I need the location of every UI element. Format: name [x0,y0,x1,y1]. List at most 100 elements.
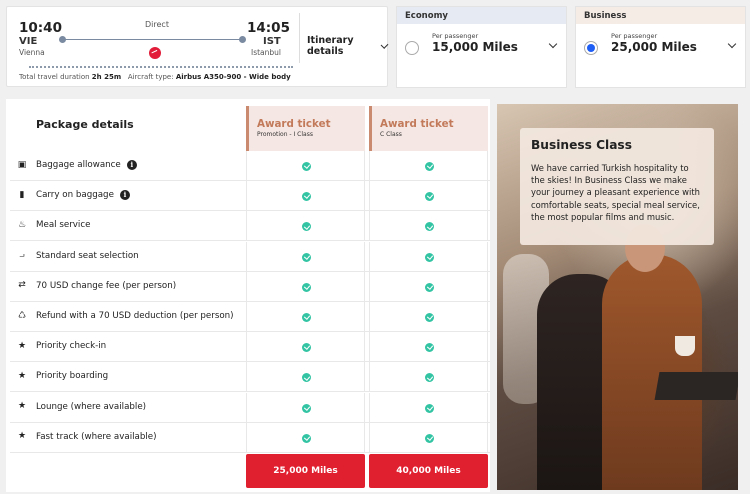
award-title: Award ticket [380,118,454,130]
chevron-down-icon [380,40,389,49]
package-row-label: ♨ Meal service [10,211,244,241]
fare-card-business[interactable]: Business Per passenger 25,000 Miles [575,6,746,88]
package-cell-1 [246,181,365,212]
star-icon: ★ [17,340,27,351]
package-cell-2 [369,271,488,302]
package-cell-2 [369,362,488,393]
aircraft-label: Aircraft type: [127,73,174,81]
check-icon [302,433,311,443]
carry-on-icon: ▮ [19,189,25,200]
star-icon: ★ [17,401,27,412]
package-cell-2 [369,422,488,453]
baggage-icon: ▣ [17,159,27,170]
package-row-label: ★ Priority boarding [10,362,244,392]
package-row-label: ★ Priority check-in [10,332,244,362]
package-row-label: ★ Fast track (where available) [10,423,244,453]
award-class: Promotion - I Class [257,131,313,138]
package-row-label: ♺ Refund with a 70 USD deduction (per per… [10,302,244,332]
package-row-label: ▮ Carry on baggage i [10,181,244,211]
package-row: ⇄ 70 USD change fee (per person) [10,271,490,302]
flight-summary-card: 10:40 VIE Vienna Direct 14:05 IST Istanb… [6,6,389,87]
flight-footer-info: Total travel duration 2h 25m Aircraft ty… [19,73,291,81]
arrive-city: Istanbul [251,48,282,57]
duration-value: 2h 25m [91,73,122,81]
package-row: ★ Priority boarding [10,362,490,393]
info-icon[interactable]: i [119,190,130,201]
package-table: Package details Award ticket Promotion -… [6,99,490,492]
depart-code: VIE [19,36,38,47]
package-row: ⨼ Standard seat selection [10,241,490,272]
award-title: Award ticket [257,118,331,130]
depart-time: 10:40 [19,20,62,36]
meal-icon: ♨ [17,219,27,230]
check-icon [425,192,434,202]
fare-miles-economy: 15,000 Miles [432,40,518,54]
check-icon [425,433,434,443]
package-cell-2 [369,332,488,363]
package-feature-text: Lounge (where available) [36,401,147,412]
award-column-header-1: Award ticket Promotion - I Class [246,106,365,151]
package-feature-text: Baggage allowance i [36,160,137,170]
select-award-2-button[interactable]: 40,000 Miles [369,454,488,488]
package-cell-2 [369,392,488,423]
arrive-time: 14:05 [247,20,290,36]
package-feature-text: Priority boarding [36,371,109,382]
route-destination-dot [239,35,246,43]
select-award-1-button[interactable]: 25,000 Miles [246,454,365,488]
chevron-down-icon[interactable] [548,39,558,49]
check-icon [302,252,311,262]
package-cell-1 [246,422,365,453]
package-row-label: ★ Lounge (where available) [10,393,244,423]
info-icon[interactable]: i [126,160,137,170]
per-passenger-label: Per passenger [432,32,479,40]
chevron-down-icon[interactable] [727,39,737,49]
package-feature-text: Carry on baggage i [36,190,130,201]
award-class: C Class [380,131,402,138]
seat-icon: ⨼ [19,250,25,261]
package-cell-2 [369,241,488,272]
fare-radio-economy[interactable] [405,41,419,55]
package-cell-1 [246,211,365,242]
package-feature-text: Meal service [36,220,91,231]
package-feature-text: Refund with a 70 USD deduction (per pers… [36,311,234,321]
check-icon [425,373,434,383]
fare-name-economy: Economy [397,7,566,24]
tea-cup [675,336,695,356]
package-row-label: ▣ Baggage allowance i [10,151,244,181]
check-icon [425,343,434,353]
fare-card-economy[interactable]: Economy Per passenger 15,000 Miles [396,6,567,88]
fare-name-business: Business [576,7,745,24]
refund-icon: ♺ [17,310,27,321]
package-cell-2 [369,302,488,332]
package-feature-text: Standard seat selection [36,250,139,261]
fare-miles-business: 25,000 Miles [611,40,697,54]
package-row-label: ⇄ 70 USD change fee (per person) [10,272,244,302]
package-row: ★ Fast track (where available) [10,422,490,453]
package-cell-1 [246,241,365,272]
check-icon [302,313,311,322]
star-icon: ★ [17,431,27,442]
airline-logo-icon [149,47,161,59]
check-icon [302,373,311,383]
check-icon [425,252,434,262]
check-icon [302,343,311,353]
award-column-header-2: Award ticket C Class [369,106,488,151]
check-icon [425,162,434,171]
check-icon [302,222,311,232]
depart-city: Vienna [19,48,45,57]
check-icon [425,313,434,322]
package-cell-1 [246,302,365,332]
itinerary-details-button[interactable]: Itinerary details [307,35,389,57]
package-cell-1 [246,271,365,302]
seat-table [654,372,738,400]
stop-type: Direct [145,20,169,29]
package-feature-text: 70 USD change fee (per person) [36,280,177,291]
package-cell-1 [246,332,365,363]
package-cell-2 [369,151,488,181]
check-icon [302,403,311,413]
change-fee-icon: ⇄ [18,280,26,291]
package-row: ★ Lounge (where available) [10,392,490,423]
fare-radio-business[interactable] [584,41,598,55]
package-feature-text: Priority check-in [36,341,107,352]
package-row: ▮ Carry on baggage i [10,181,490,212]
